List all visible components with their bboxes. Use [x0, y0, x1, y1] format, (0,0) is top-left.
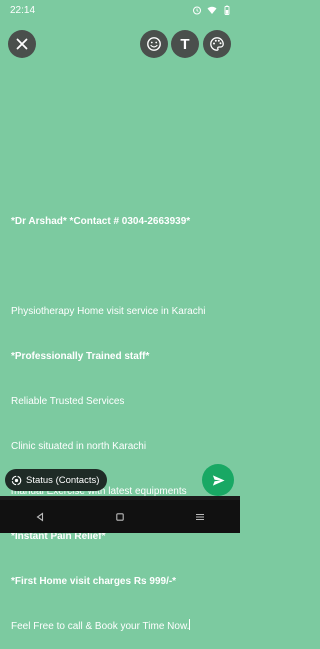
- status-bar: 22:14: [0, 0, 240, 20]
- wifi-icon: [207, 6, 217, 14]
- doctor-name: *Dr Arshad*: [11, 216, 67, 227]
- text-style-button[interactable]: T: [171, 30, 199, 58]
- system-nav-bar: [0, 500, 240, 533]
- home-icon[interactable]: [115, 512, 125, 522]
- status-text-editor[interactable]: *Dr Arshad* *Contact # 0304-2663939* Phy…: [11, 184, 233, 649]
- alarm-icon: [193, 6, 201, 15]
- color-palette-button[interactable]: [203, 30, 231, 58]
- emoji-icon: [147, 37, 161, 51]
- text-line-charges: *First Home visit charges Rs 999/-*: [11, 576, 177, 587]
- text-line-header: *Dr Arshad* *Contact # 0304-2663939*: [11, 214, 233, 229]
- palette-icon: [210, 37, 224, 51]
- status-icons: [192, 5, 232, 15]
- text-style-label: T: [180, 35, 190, 53]
- text-cursor: [189, 619, 191, 630]
- send-icon: [212, 474, 225, 486]
- text-line-clinic: Clinic situated in north Karachi: [11, 441, 147, 452]
- contact-number: *Contact # 0304-2663939*: [69, 216, 191, 227]
- status-ring-icon: [11, 475, 22, 485]
- clock-time: 22:14: [10, 4, 36, 16]
- recents-icon[interactable]: [195, 512, 205, 522]
- text-line-service: Physiotherapy Home visit service in Kara…: [11, 306, 206, 317]
- status-audience-chip[interactable]: Status (Contacts): [5, 469, 108, 491]
- back-icon[interactable]: [35, 511, 45, 522]
- emoji-button[interactable]: [140, 30, 168, 58]
- text-line-call-content: Feel Free to call & Book your Time Now.: [11, 621, 190, 632]
- text-line-reliable: Reliable Trusted Services: [11, 396, 125, 407]
- text-line-call: Feel Free to call & Book your Time Now.: [11, 619, 233, 634]
- status-audience-label: Status (Contacts): [26, 474, 100, 486]
- close-icon: [16, 38, 28, 50]
- send-button[interactable]: [202, 464, 234, 496]
- battery-icon: [224, 5, 230, 15]
- close-button[interactable]: [8, 30, 36, 58]
- text-line-staff: *Professionally Trained staff*: [11, 351, 150, 362]
